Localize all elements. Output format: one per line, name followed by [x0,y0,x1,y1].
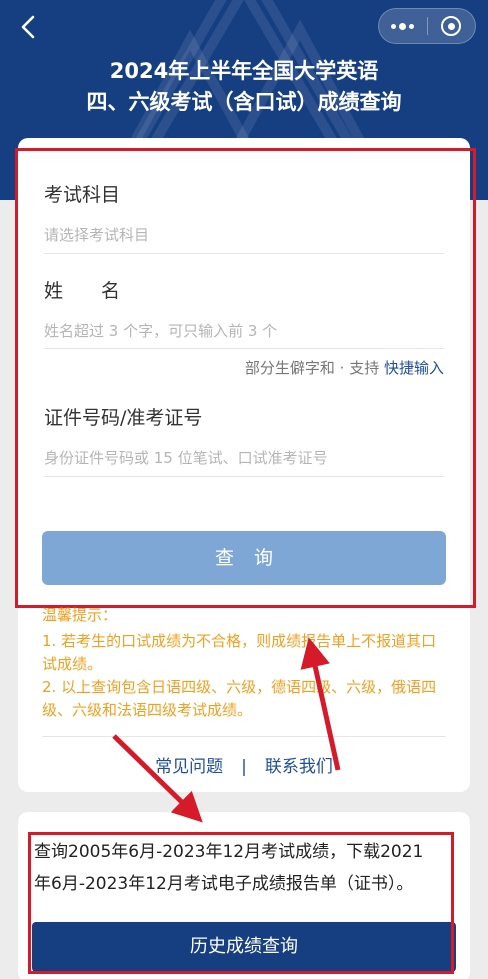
more-dots-icon[interactable] [379,22,427,30]
page-title-line2: 四、六级考试（含口试）成绩查询 [86,90,402,114]
tip-item-1: 1. 若考生的口试成绩为不合格，则成绩报告单上不报道其口试成绩。 [42,632,437,673]
contact-link[interactable]: 联系我们 [265,757,333,777]
faq-link[interactable]: 常见问题 [155,757,223,777]
tips-title: 温馨提示： [42,606,118,624]
chevron-left-icon [21,15,35,39]
tip-item-2: 2. 以上查询包含日语四级、六级，德语四级、六级，俄语四级、六级和法语四级考试成… [42,678,437,719]
links-divider [42,736,446,737]
back-button[interactable] [14,12,44,42]
help-links: 常见问题 | 联系我们 [0,752,488,777]
target-icon[interactable] [427,16,475,36]
page-title-line1: 2024年上半年全国大学英语 [109,59,379,83]
mini-program-capsule [378,8,476,44]
links-separator: | [241,757,247,777]
highlight-frame-form [15,148,476,608]
page-title: 2024年上半年全国大学英语 四、六级考试（含口试）成绩查询 [0,56,488,118]
highlight-frame-history [28,832,454,974]
